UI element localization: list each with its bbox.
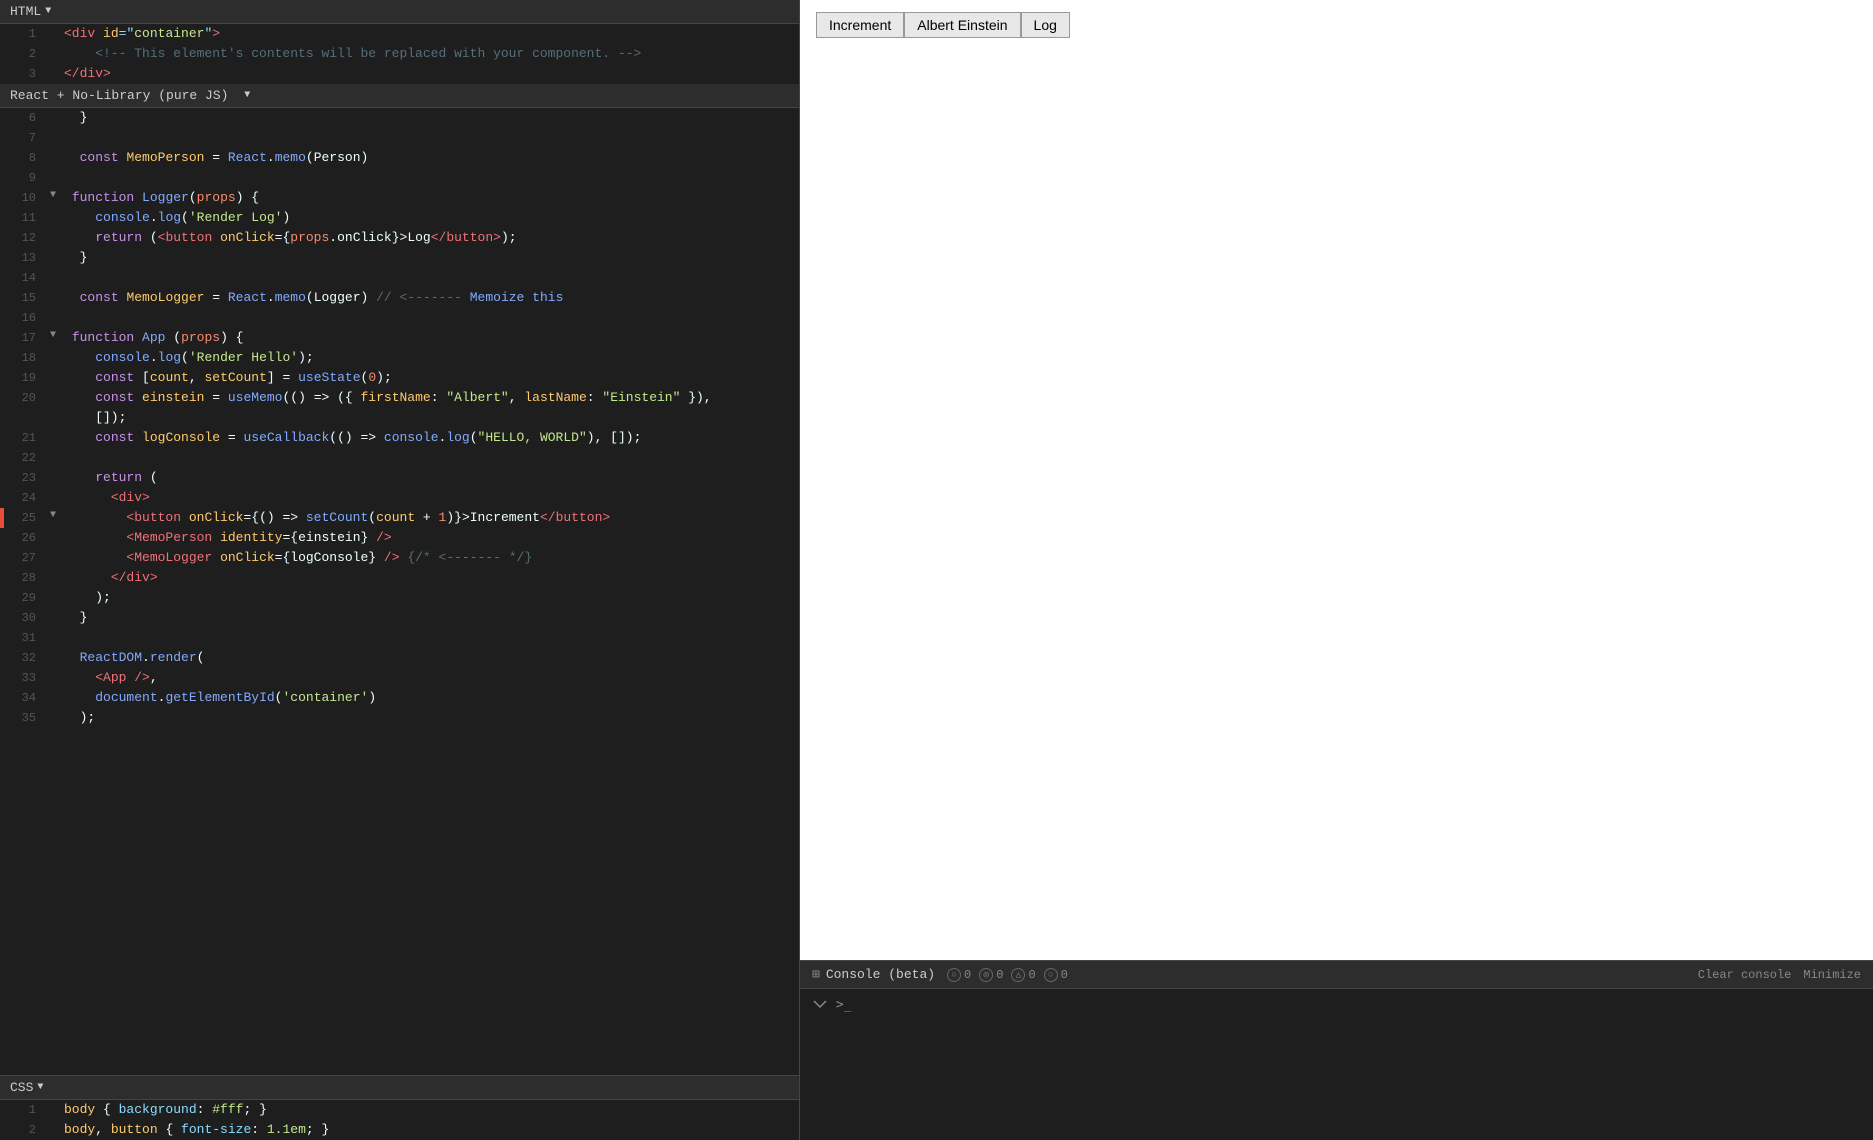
css-line-2: 2 body, button { font-size: 1.1em; } [0, 1120, 799, 1140]
js-line-9: 9 [0, 168, 799, 188]
js-line-26: 26 <MemoPerson identity={einstein} /> [0, 528, 799, 548]
js-line-35: 35 ); [0, 708, 799, 728]
js-line-12: 12 return (<button onClick={props.onClic… [0, 228, 799, 248]
js-line-19: 19 const [count, setCount] = useState(0)… [0, 368, 799, 388]
html-line-1: 1 <div id="container"> [0, 24, 799, 44]
html-label: HTML [10, 4, 41, 19]
console-title-label: Console (beta) [826, 967, 935, 982]
preview-area: Increment Albert Einstein Log [800, 0, 1873, 960]
js-line-33: 33 <App />, [0, 668, 799, 688]
html-section-header[interactable]: HTML ▼ [0, 0, 799, 24]
js-line-23: 23 return ( [0, 468, 799, 488]
console-prompt-icon: >_ [812, 997, 851, 1013]
js-line-24: 24 <div> [0, 488, 799, 508]
html-line-2: 2 <!-- This element's contents will be r… [0, 44, 799, 64]
js-line-34: 34 document.getElementById('container') [0, 688, 799, 708]
css-label: CSS [10, 1080, 33, 1095]
js-arrow: ▼ [244, 90, 250, 101]
right-panel: Increment Albert Einstein Log ⊞ Console … [800, 0, 1873, 1140]
console-badge-error: ○ 0 [947, 968, 971, 982]
js-line-28: 28 </div> [0, 568, 799, 588]
js-code-block: 6 } 7 8 const MemoPerson = React.memo(Pe… [0, 108, 799, 1075]
console-icon: ⊞ [812, 967, 820, 982]
html-arrow: ▼ [45, 6, 51, 17]
console-badges: ○ 0 ◎ 0 △ 0 ○ 0 [947, 968, 1068, 982]
console-panel: ⊞ Console (beta) ○ 0 ◎ 0 △ 0 ○ 0 [800, 960, 1873, 1140]
increment-button[interactable]: Increment [816, 12, 904, 38]
minimize-button[interactable]: Minimize [1803, 968, 1861, 982]
js-line-10: 10 ▼ function Logger(props) { [0, 188, 799, 208]
js-line-17: 17 ▼ function App (props) { [0, 328, 799, 348]
html-section: HTML ▼ 1 <div id="container"> 2 <!-- Thi… [0, 0, 799, 84]
js-line-16: 16 [0, 308, 799, 328]
console-actions: Clear console Minimize [1698, 968, 1861, 982]
js-line-14: 14 [0, 268, 799, 288]
js-line-8: 8 const MemoPerson = React.memo(Person) [0, 148, 799, 168]
console-badge-info: △ 0 [1011, 968, 1035, 982]
js-line-20: 20 const einstein = useMemo(() => ({ fir… [0, 388, 799, 408]
js-line-30: 30 } [0, 608, 799, 628]
js-line-7: 7 [0, 128, 799, 148]
clear-console-button[interactable]: Clear console [1698, 968, 1792, 982]
console-body: >_ [800, 989, 1873, 1140]
css-section: CSS ▼ 1 body { background: #fff; } 2 bod… [0, 1075, 799, 1140]
console-badge-log: ○ 0 [1044, 968, 1068, 982]
editor-panel: HTML ▼ 1 <div id="container"> 2 <!-- Thi… [0, 0, 800, 1140]
js-line-25: 25 ▼ <button onClick={() => setCount(cou… [0, 508, 799, 528]
console-badge-warn: ◎ 0 [979, 968, 1003, 982]
console-prompt-text: >_ [836, 997, 852, 1012]
js-line-27: 27 <MemoLogger onClick={logConsole} /> {… [0, 548, 799, 568]
js-section-header[interactable]: React + No-Library (pure JS) ▼ [0, 84, 799, 108]
js-line-32: 32 ReactDOM.render( [0, 648, 799, 668]
log-button[interactable]: Log [1021, 12, 1070, 38]
js-line-29: 29 ); [0, 588, 799, 608]
console-title: ⊞ Console (beta) [812, 967, 935, 982]
css-arrow: ▼ [37, 1082, 43, 1093]
html-code-block: 1 <div id="container"> 2 <!-- This eleme… [0, 24, 799, 84]
js-section: React + No-Library (pure JS) ▼ 6 } 7 8 c… [0, 84, 799, 1075]
error-indicator [0, 508, 4, 528]
js-line-22: 22 [0, 448, 799, 468]
preview-buttons: Increment Albert Einstein Log [816, 12, 1857, 38]
css-section-header[interactable]: CSS ▼ [0, 1076, 799, 1100]
js-line-11: 11 console.log('Render Log') [0, 208, 799, 228]
js-line-13: 13 } [0, 248, 799, 268]
js-line-31: 31 [0, 628, 799, 648]
albert-einstein-button[interactable]: Albert Einstein [904, 12, 1020, 38]
js-line-15: 15 const MemoLogger = React.memo(Logger)… [0, 288, 799, 308]
js-line-20b: []); [0, 408, 799, 428]
console-header: ⊞ Console (beta) ○ 0 ◎ 0 △ 0 ○ 0 [800, 961, 1873, 989]
css-code-block: 1 body { background: #fff; } 2 body, but… [0, 1100, 799, 1140]
js-line-6: 6 } [0, 108, 799, 128]
js-line-21: 21 const logConsole = useCallback(() => … [0, 428, 799, 448]
js-line-18: 18 console.log('Render Hello'); [0, 348, 799, 368]
html-line-3: 3 </div> [0, 64, 799, 84]
js-label: React + No-Library (pure JS) [10, 88, 228, 103]
css-line-1: 1 body { background: #fff; } [0, 1100, 799, 1120]
